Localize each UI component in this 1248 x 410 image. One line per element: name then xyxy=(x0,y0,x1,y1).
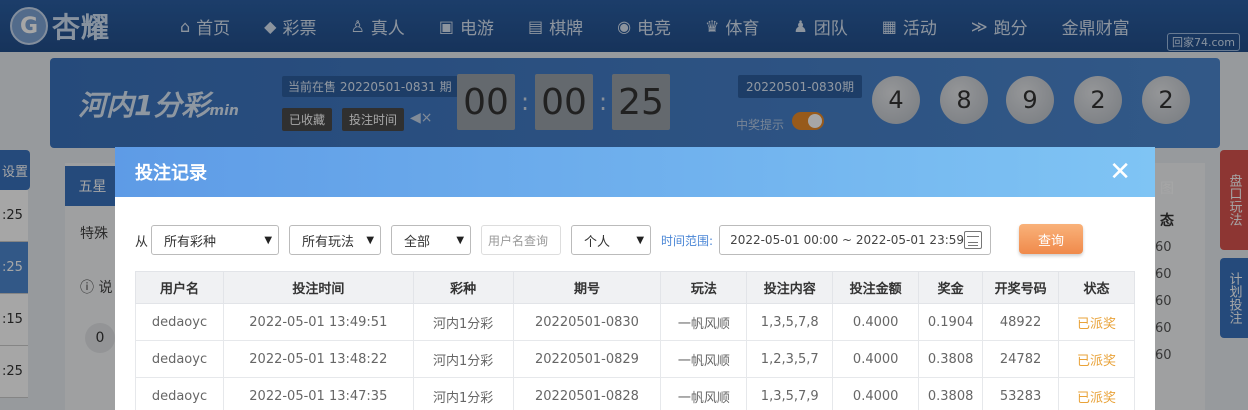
chevron-down-icon: ▼ xyxy=(264,234,273,246)
filter-bar: 从 所有彩种 ▼ 所有玩法 ▼ 全部 ▼ 用户名查询 个人 ▼ 时间范围: 2022-0… xyxy=(135,225,992,255)
cell-issue: 20220501-0828 xyxy=(512,377,662,410)
cell-amount: 0.4000 xyxy=(832,303,920,341)
cell-content: 1,3,5,7,8 xyxy=(746,303,834,341)
cell-status: 已派奖 xyxy=(1058,303,1135,341)
status-select[interactable]: 全部 ▼ xyxy=(391,225,472,255)
cell-play: 一帆风顺 xyxy=(660,303,748,341)
from-label: 从 xyxy=(135,234,149,250)
bet-records-table: 用户名 投注时间 彩种 期号 玩法 投注内容 投注金额 奖金 开奖号码 状态 d… xyxy=(135,271,1135,410)
cell-username: dedaoyc xyxy=(135,340,224,378)
cell-play: 一帆风顺 xyxy=(660,340,748,378)
date-range-value: 2022-05-01 00:00 ~ 2022-05-01 23:59 xyxy=(730,233,965,247)
chevron-down-icon: ▼ xyxy=(366,234,375,246)
play-select[interactable]: 所有玩法 ▼ xyxy=(289,225,382,255)
col-bet-time: 投注时间 xyxy=(222,271,414,304)
cell-prize: 0.3808 xyxy=(918,340,984,378)
calendar-icon[interactable] xyxy=(964,231,983,249)
col-status: 状态 xyxy=(1058,271,1135,304)
status-select-value: 全部 xyxy=(404,234,431,250)
scope-select[interactable]: 个人 ▼ xyxy=(571,225,652,255)
cell-result: 24782 xyxy=(982,340,1060,378)
cell-username: dedaoyc xyxy=(135,377,224,410)
table-row[interactable]: dedaoyc 2022-05-01 13:49:51 河内1分彩 202205… xyxy=(135,303,1135,341)
cell-lottery: 河内1分彩 xyxy=(412,303,514,341)
cell-bet-time: 2022-05-01 13:49:51 xyxy=(222,303,414,341)
col-issue: 期号 xyxy=(512,271,662,304)
lottery-select[interactable]: 所有彩种 ▼ xyxy=(151,225,280,255)
cell-lottery: 河内1分彩 xyxy=(412,377,514,410)
col-content: 投注内容 xyxy=(746,271,834,304)
cell-issue: 20220501-0829 xyxy=(512,340,662,378)
col-prize: 奖金 xyxy=(918,271,984,304)
close-icon[interactable]: ✕ xyxy=(1109,157,1131,187)
col-username: 用户名 xyxy=(135,271,224,304)
col-play: 玩法 xyxy=(660,271,748,304)
query-button[interactable]: 查询 xyxy=(1019,224,1083,254)
lottery-select-value: 所有彩种 xyxy=(164,234,217,250)
modal-title: 投注记录 xyxy=(135,163,207,184)
col-lottery: 彩种 xyxy=(412,271,514,304)
cell-status: 已派奖 xyxy=(1058,377,1135,410)
cell-content: 1,3,5,7,9 xyxy=(746,377,834,410)
cell-amount: 0.4000 xyxy=(832,377,920,410)
cell-result: 53283 xyxy=(982,377,1060,410)
cell-prize: 0.3808 xyxy=(918,377,984,410)
table-row[interactable]: dedaoyc 2022-05-01 13:48:22 河内1分彩 202205… xyxy=(135,340,1135,378)
cell-play: 一帆风顺 xyxy=(660,377,748,410)
modal-header: 投注记录 ✕ xyxy=(115,147,1155,197)
chevron-down-icon: ▼ xyxy=(636,234,645,246)
date-range-input[interactable]: 2022-05-01 00:00 ~ 2022-05-01 23:59 xyxy=(719,225,992,255)
cell-username: dedaoyc xyxy=(135,303,224,341)
cell-lottery: 河内1分彩 xyxy=(412,340,514,378)
cell-bet-time: 2022-05-01 13:48:22 xyxy=(222,340,414,378)
cell-status: 已派奖 xyxy=(1058,340,1135,378)
chevron-down-icon: ▼ xyxy=(456,234,465,246)
col-result: 开奖号码 xyxy=(982,271,1060,304)
cell-content: 1,2,3,5,7 xyxy=(746,340,834,378)
username-input[interactable]: 用户名查询 xyxy=(481,225,562,255)
table-header-row: 用户名 投注时间 彩种 期号 玩法 投注内容 投注金额 奖金 开奖号码 状态 xyxy=(135,271,1135,304)
scope-select-value: 个人 xyxy=(584,234,611,250)
play-select-value: 所有玩法 xyxy=(302,234,355,250)
bet-records-modal: 投注记录 ✕ 从 所有彩种 ▼ 所有玩法 ▼ 全部 ▼ 用户名查询 个人 ▼ 时间范围:… xyxy=(115,147,1155,410)
cell-issue: 20220501-0830 xyxy=(512,303,662,341)
cell-bet-time: 2022-05-01 13:47:35 xyxy=(222,377,414,410)
time-range-label: 时间范围: xyxy=(661,233,714,248)
cell-amount: 0.4000 xyxy=(832,340,920,378)
col-amount: 投注金额 xyxy=(832,271,920,304)
table-row[interactable]: dedaoyc 2022-05-01 13:47:35 河内1分彩 202205… xyxy=(135,377,1135,410)
cell-prize: 0.1904 xyxy=(918,303,984,341)
cell-result: 48922 xyxy=(982,303,1060,341)
